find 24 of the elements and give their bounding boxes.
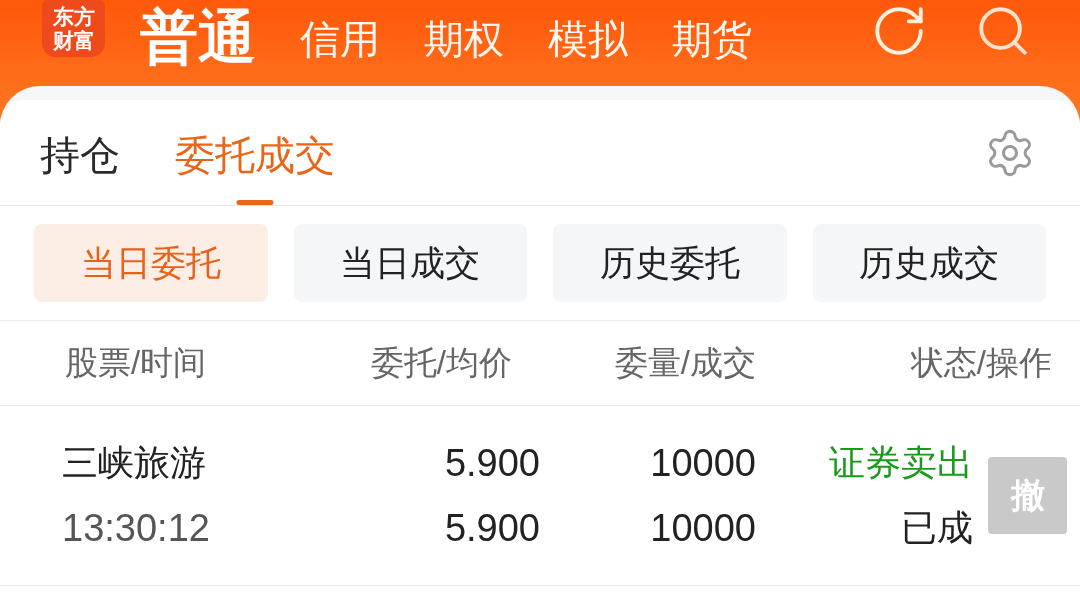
average-price: 5.900 (444, 508, 540, 548)
order-quantity: 10000 (650, 443, 756, 483)
app-logo: 东方财富 (42, 0, 105, 57)
account-tab[interactable]: 模拟 (548, 15, 628, 68)
order-time: 13:30:12 (62, 508, 211, 548)
main-tab[interactable]: 持仓 (40, 104, 120, 205)
column-header: 委量/成交 (613, 343, 756, 383)
filter-tab[interactable]: 当日委托 (34, 224, 268, 302)
account-tab[interactable]: 期货 (672, 15, 752, 68)
filter-tab[interactable]: 当日成交 (293, 224, 527, 302)
account-tab[interactable]: 普通 (140, 6, 256, 68)
main-tab[interactable]: 委托成交 (175, 104, 335, 205)
account-tab[interactable]: 期权 (424, 15, 504, 68)
filled-quantity: 10000 (650, 508, 756, 548)
account-tab[interactable]: 信用 (300, 15, 380, 68)
order-status: 已成 (901, 508, 973, 548)
column-header: 状态/操作 (909, 343, 1052, 383)
filter-tab[interactable]: 历史委托 (553, 224, 787, 302)
order-price: 5.900 (444, 443, 540, 483)
stock-name: 三峡旅游 (62, 443, 207, 483)
column-header: 股票/时间 (65, 343, 208, 383)
trade-direction: 证券卖出 (829, 443, 973, 483)
filter-tab[interactable]: 历史成交 (812, 224, 1046, 302)
column-header: 委托/均价 (369, 343, 512, 383)
